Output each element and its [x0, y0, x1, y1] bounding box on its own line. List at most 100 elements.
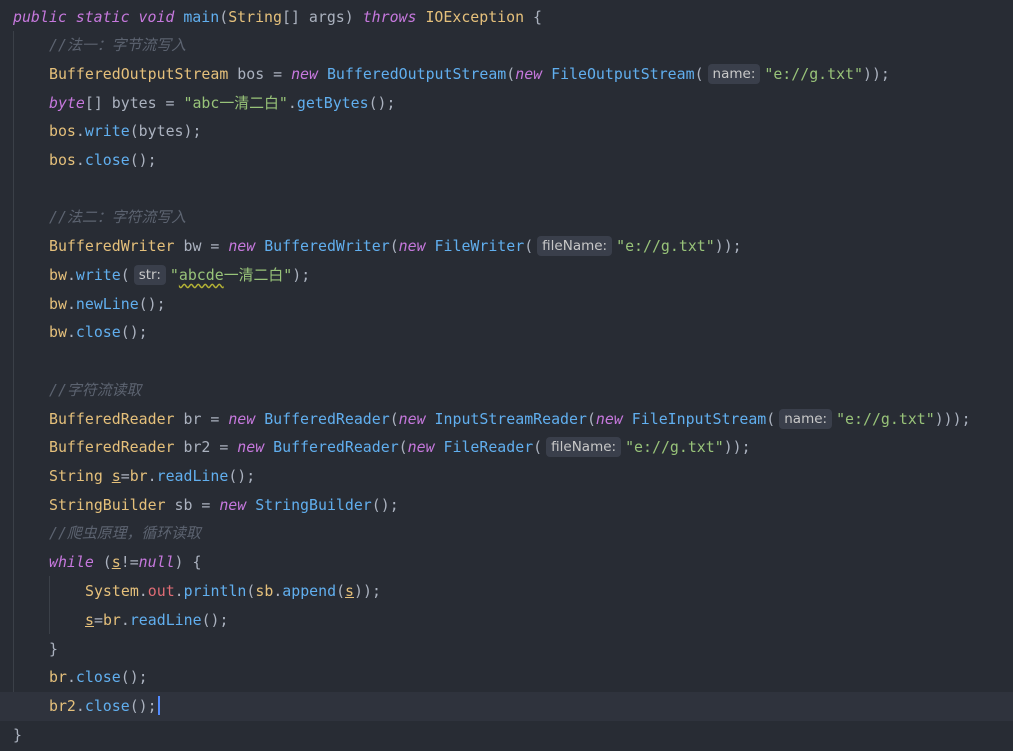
code-text: );: [292, 266, 311, 284]
code-line[interactable]: }: [13, 721, 22, 749]
param-hint: fileName:: [546, 437, 622, 457]
type-name: bw: [49, 323, 67, 341]
code-line[interactable]: while (s!=null) {: [49, 548, 201, 576]
code-text: =: [273, 65, 292, 83]
code-text: br =: [183, 410, 229, 428]
string-literal: "abc一清二白": [183, 94, 288, 112]
code-line[interactable]: //爬虫原理，循环读取: [49, 519, 201, 547]
type-name: String: [228, 8, 282, 26]
code-text: (bytes);: [129, 122, 202, 140]
param-hint: name:: [779, 409, 833, 429]
keyword: new: [595, 410, 632, 428]
code-text: (: [506, 65, 516, 83]
keyword: new: [515, 65, 552, 83]
param-hint: name:: [707, 64, 761, 84]
code-text: .: [287, 94, 297, 112]
code-text: ();: [371, 496, 399, 514]
keyword: null: [138, 553, 175, 571]
type-name: bw: [49, 295, 67, 313]
code-line[interactable]: String s=br.readLine();: [49, 462, 255, 490]
type-name: IOException: [425, 8, 534, 26]
string-literal: "e://g.txt": [764, 65, 863, 83]
code-line[interactable]: //法二：字符流写入: [49, 203, 186, 231]
code-line[interactable]: BufferedOutputStream bos = new BufferedO…: [49, 60, 890, 88]
code-text: (: [389, 237, 399, 255]
type-name: BufferedReader: [49, 438, 184, 456]
code-text: =: [120, 467, 130, 485]
code-line[interactable]: bw.newLine();: [49, 290, 166, 318]
identifier: InputStreamReader: [434, 410, 587, 428]
code-editor[interactable]: public static void main(String[] args) t…: [0, 0, 1013, 751]
method-call: close: [75, 323, 121, 341]
code-line[interactable]: //字符流读取: [49, 376, 141, 404]
keyword: new: [237, 438, 274, 456]
code-line[interactable]: System.out.println(sb.append(s));: [85, 577, 381, 605]
identifier: main: [183, 8, 220, 26]
code-text: ));: [714, 237, 742, 255]
method-call: getBytes: [296, 94, 369, 112]
param-hint: fileName:: [537, 236, 613, 256]
string-literal: abcde: [178, 266, 224, 284]
keyword: new: [228, 410, 265, 428]
code-text: sb =: [174, 496, 220, 514]
type-name: System: [85, 582, 139, 600]
code-text: br2 =: [183, 438, 238, 456]
identifier: BufferedReader: [264, 410, 390, 428]
code-text: (: [336, 582, 346, 600]
method-call: println: [183, 582, 247, 600]
method-call: close: [84, 697, 130, 715]
identifier: FileInputStream: [631, 410, 767, 428]
type-name: BufferedOutputStream: [49, 65, 238, 83]
code-line[interactable]: bos.close();: [49, 146, 157, 174]
variable: s: [111, 553, 121, 571]
code-text: .: [66, 323, 76, 341]
code-line[interactable]: BufferedReader br2 = new BufferedReader(…: [49, 433, 751, 461]
code-line[interactable]: public static void main(String[] args) t…: [13, 3, 542, 31]
code-text: (: [102, 553, 112, 571]
code-text: .: [75, 151, 85, 169]
keyword: new: [398, 410, 435, 428]
code-text: .: [75, 122, 85, 140]
code-line[interactable]: bos.write(bytes);: [49, 117, 201, 145]
keyword: public static void: [13, 8, 184, 26]
identifier: StringBuilder: [255, 496, 372, 514]
code-text: .: [273, 582, 283, 600]
param-hint: str:: [133, 265, 166, 285]
code-line[interactable]: byte[] bytes = "abc一清二白".getBytes();: [49, 89, 396, 117]
indent-guide-method: [13, 31, 14, 721]
text-cursor: [157, 696, 160, 715]
code-line[interactable]: }: [49, 635, 58, 663]
code-text: ();: [120, 668, 148, 686]
comment: //爬虫原理，循环读取: [49, 524, 201, 542]
code-line[interactable]: //法一：字节流写入: [49, 31, 186, 59]
code-line[interactable]: bw.write(str: "abcde一清二白");: [49, 261, 310, 289]
code-line[interactable]: BufferedWriter bw = new BufferedWriter(n…: [49, 232, 742, 260]
code-line[interactable]: BufferedReader br = new BufferedReader(n…: [49, 405, 971, 433]
comment: //字符流读取: [49, 381, 142, 399]
code-line[interactable]: StringBuilder sb = new StringBuilder();: [49, 491, 399, 519]
comment: //法二：字符流写入: [49, 208, 187, 226]
identifier: FileReader: [443, 438, 534, 456]
code-text: ();: [201, 611, 229, 629]
code-text: =: [93, 611, 103, 629]
code-text: bos: [237, 65, 274, 83]
variable: s: [111, 467, 121, 485]
code-text: .: [66, 266, 76, 284]
code-text: !=: [120, 553, 139, 571]
code-text: .: [66, 668, 76, 686]
code-line[interactable]: br.close();: [49, 663, 148, 691]
code-line[interactable]: bw.close();: [49, 318, 148, 346]
code-text: ();: [228, 467, 256, 485]
code-line[interactable]: br2.close();: [49, 692, 160, 720]
type-name: br: [129, 467, 148, 485]
keyword: new: [398, 237, 435, 255]
method-call: write: [84, 122, 130, 140]
string-literal: ": [169, 266, 179, 284]
type-name: bw: [49, 266, 67, 284]
code-line[interactable]: s=br.readLine();: [85, 606, 228, 634]
keyword: throws: [362, 8, 426, 26]
field: out: [147, 582, 175, 600]
comment: //法一：字节流写入: [49, 36, 187, 54]
identifier: BufferedWriter: [264, 237, 390, 255]
keyword: new: [219, 496, 256, 514]
